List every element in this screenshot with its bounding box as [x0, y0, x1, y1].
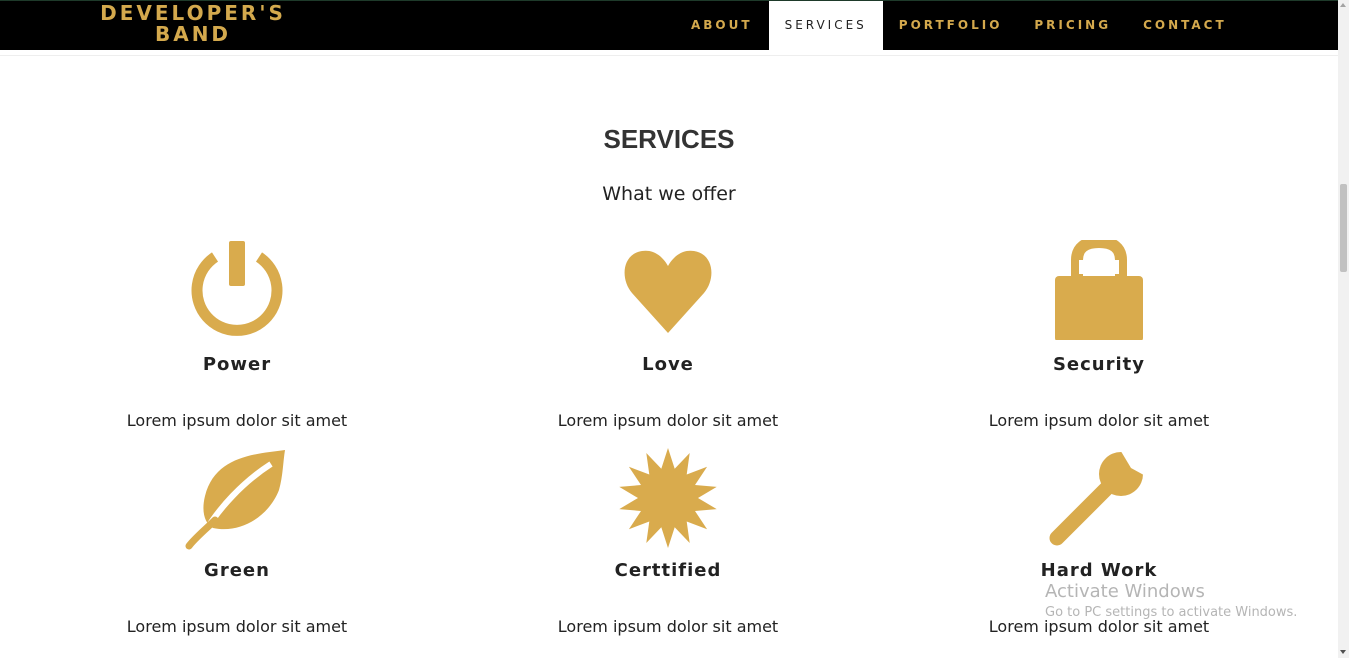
scrollbar-thumb[interactable]	[1340, 184, 1347, 272]
watermark-title: Activate Windows	[1045, 581, 1205, 602]
section-title: SERVICES	[603, 124, 735, 154]
header-divider	[0, 55, 1338, 56]
nav-portfolio[interactable]: PORTFOLIO	[883, 1, 1019, 51]
service-green: Green Lorem ipsum dolor sit amet	[107, 446, 367, 636]
service-title: Green	[204, 560, 270, 581]
scroll-down-arrow-icon[interactable]	[1340, 650, 1346, 654]
navbar: DEVELOPER'S BAND ABOUT SERVICES PORTFOLI…	[0, 0, 1338, 51]
service-power: Power Lorem ipsum dolor sit amet	[107, 240, 367, 430]
leaf-icon	[185, 450, 285, 550]
service-description: Lorem ipsum dolor sit amet	[126, 411, 348, 430]
heart-icon	[624, 250, 712, 333]
service-certified: Certtified Lorem ipsum dolor sit amet	[538, 446, 798, 636]
page-scrollbar[interactable]	[1338, 0, 1349, 658]
nav-pricing[interactable]: PRICING	[1018, 1, 1127, 51]
nav-services[interactable]: SERVICES	[768, 1, 883, 51]
service-title: Hard Work	[1040, 560, 1158, 581]
service-description: Lorem ipsum dolor sit amet	[126, 617, 348, 636]
service-title: Certtified	[614, 560, 722, 581]
service-love: Love Lorem ipsum dolor sit amet	[538, 240, 798, 430]
power-icon	[191, 241, 283, 336]
brand-line-1: DEVELOPER'S	[100, 1, 286, 25]
activation-watermark: Activate Windows Go to PC settings to ac…	[1045, 581, 1297, 620]
nav-contact[interactable]: CONTACT	[1127, 1, 1243, 51]
main-nav: ABOUT SERVICES PORTFOLIO PRICING CONTACT	[675, 1, 1243, 51]
lock-icon	[1055, 240, 1143, 340]
brand-logo[interactable]: DEVELOPER'S BAND	[88, 3, 298, 45]
certificate-icon	[619, 448, 717, 548]
wrench-icon	[1049, 448, 1151, 546]
scroll-up-arrow-icon[interactable]	[1340, 3, 1346, 7]
service-title: Security	[1052, 354, 1146, 375]
nav-about[interactable]: ABOUT	[675, 1, 769, 51]
watermark-subtitle: Go to PC settings to activate Windows.	[1045, 605, 1298, 620]
service-security: Security Lorem ipsum dolor sit amet	[969, 240, 1229, 430]
service-description: Lorem ipsum dolor sit amet	[988, 411, 1210, 430]
brand-line-2: BAND	[154, 22, 232, 46]
service-title: Power	[202, 354, 272, 375]
service-title: Love	[642, 354, 694, 375]
service-description: Lorem ipsum dolor sit amet	[557, 411, 779, 430]
section-subtitle: What we offer	[602, 183, 736, 205]
service-description: Lorem ipsum dolor sit amet	[557, 617, 779, 636]
